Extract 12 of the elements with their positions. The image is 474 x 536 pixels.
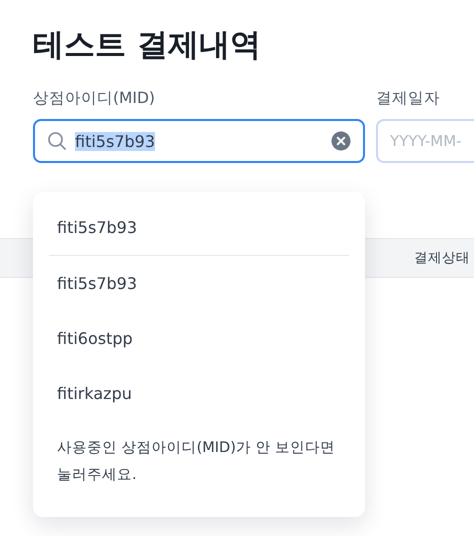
search-icon [47, 131, 67, 151]
page-title: 테스트 결제내역 [33, 26, 261, 65]
search-field[interactable]: fiti5s7b93 [33, 119, 365, 163]
dropdown-option[interactable]: fiti5s7b93 [33, 200, 365, 255]
clear-icon[interactable] [331, 131, 351, 151]
field-label: 결제일자 [376, 88, 441, 109]
field-label: 상점아이디(MID) [33, 88, 156, 109]
dropdown-option[interactable]: fitirkazpu [33, 366, 365, 421]
dropdown-option[interactable]: fiti5s7b93 [33, 256, 365, 311]
column-header: 결제상태 [414, 249, 470, 267]
help-link[interactable]: 사용중인 상점아이디(MID)가 안 보인다면 눌러주세요. [33, 421, 365, 509]
dropdown-option[interactable]: fiti6ostpp [33, 311, 365, 366]
